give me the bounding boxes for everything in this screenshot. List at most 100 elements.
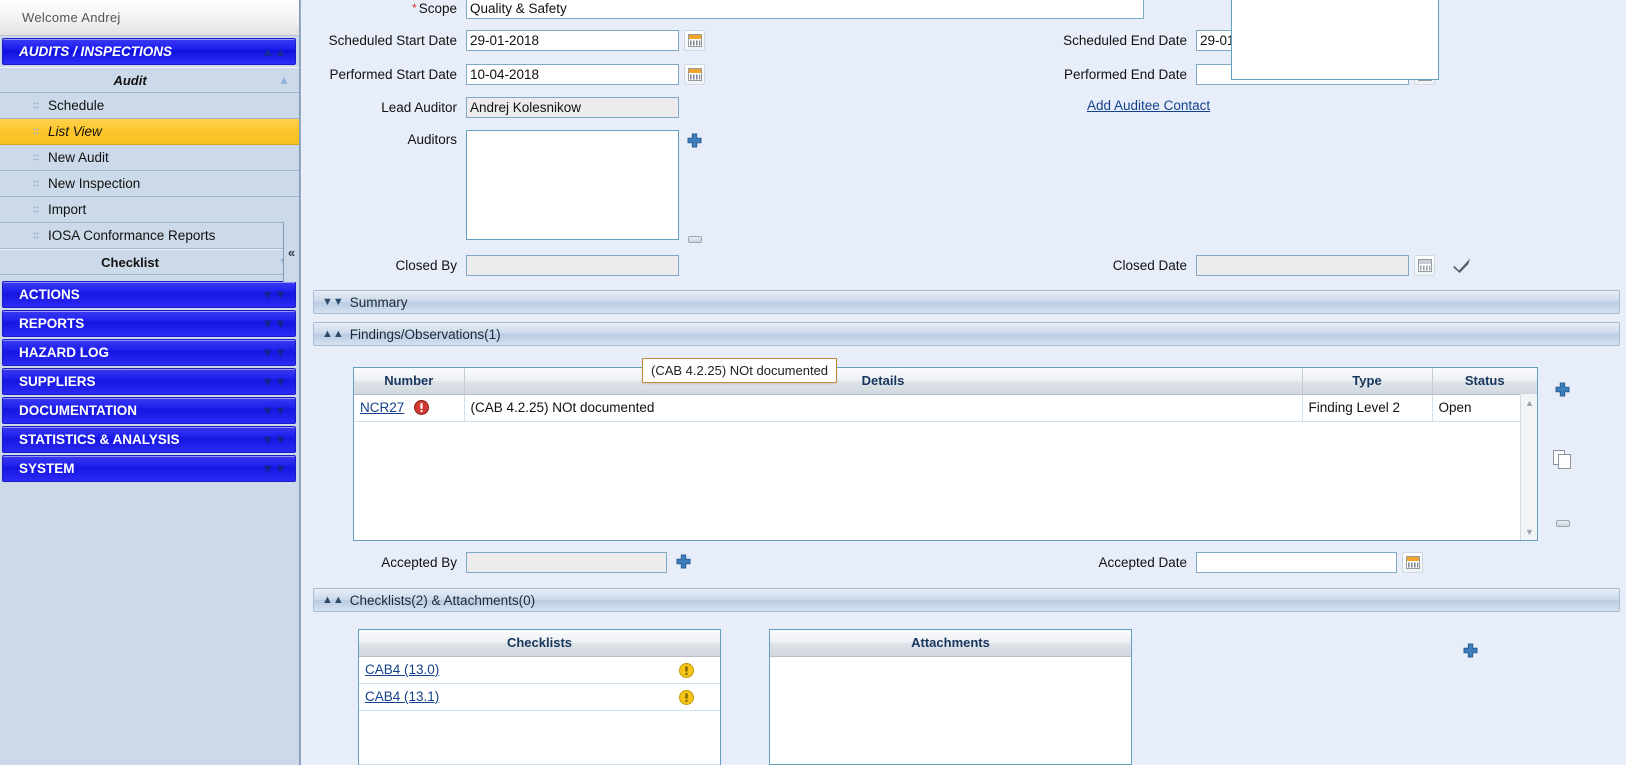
drag-grip-icon — [33, 205, 39, 214]
sidebar-group-label: Audit — [113, 72, 147, 88]
sidebar-module-suppliers[interactable]: SUPPLIERS ▼▼ — [2, 368, 296, 395]
sidebar-group-audit[interactable]: Audit ▲ — [0, 67, 299, 93]
add-accepted-by-plus-icon[interactable] — [675, 554, 692, 571]
scheduled-start-date-calendar-button[interactable] — [684, 30, 705, 51]
add-finding-plus-icon[interactable] — [1554, 382, 1571, 399]
closed-date-calendar-button[interactable] — [1414, 255, 1435, 276]
field-scope: * Scope — [301, 0, 1144, 19]
add-attachment-plus-icon[interactable] — [1462, 643, 1479, 660]
section-summary[interactable]: ▼▼ Summary — [313, 290, 1620, 314]
auditors-textarea[interactable] — [466, 130, 679, 240]
closed-by-input[interactable] — [466, 255, 679, 276]
chevron-up-icon: ▲▲ — [322, 328, 344, 340]
field-lead-auditor: Lead Auditor — [301, 97, 679, 118]
scroll-up-arrow-icon[interactable]: ▲ — [1521, 394, 1538, 411]
grid-empty-space — [359, 710, 720, 765]
scroll-down-arrow-icon[interactable]: ▼ — [1521, 523, 1538, 540]
sidebar-module-actions[interactable]: ACTIONS ▼▼ — [2, 281, 296, 308]
column-header-number[interactable]: Number — [354, 368, 465, 395]
lead-auditor-input[interactable] — [466, 97, 679, 118]
required-asterisk-icon: * — [412, 1, 417, 15]
table-row[interactable]: NCR27 (CAB 4.2.25) NOt documented Findin… — [354, 394, 1537, 422]
confirm-check-icon[interactable] — [1453, 257, 1471, 274]
add-auditee-contact-link[interactable]: Add Auditee Contact — [1087, 98, 1210, 113]
scope-input[interactable] — [466, 0, 1144, 19]
sidebar-item-schedule[interactable]: Schedule — [0, 93, 299, 119]
auditee-contacts-textarea[interactable] — [1231, 0, 1439, 80]
field-auditors-label: Auditors — [407, 132, 457, 147]
scheduled-start-date-input[interactable] — [466, 30, 679, 51]
chevron-double-left-icon: « — [287, 244, 296, 260]
section-findings-observations[interactable]: ▲▲ Findings/Observations(1) — [313, 322, 1620, 346]
chevron-down-icon: ▼▼ — [261, 287, 287, 302]
column-header-checklists: Checklists — [359, 630, 720, 657]
welcome-bar: Welcome Andrej — [0, 0, 299, 36]
calendar-icon — [687, 68, 702, 81]
field-accepted-date-label: Accepted Date — [1098, 555, 1187, 570]
sidebar-module-label: STATISTICS & ANALYSIS — [19, 432, 180, 447]
section-findings-label: Findings/Observations(1) — [349, 326, 501, 342]
column-header-type[interactable]: Type — [1302, 368, 1433, 395]
tooltip-text: (CAB 4.2.25) NOt documented — [651, 363, 829, 378]
field-performed-end-date-label: Performed End Date — [1063, 67, 1187, 82]
section-checklists-attachments[interactable]: ▲▲ Checklists(2) & Attachments(0) — [313, 588, 1620, 612]
sidebar-module-label: AUDITS / INSPECTIONS — [19, 44, 173, 59]
remove-auditor-minus-icon[interactable] — [687, 236, 702, 243]
attachments-table-header-row: Attachments — [770, 630, 1131, 657]
chevron-down-icon: ▼▼ — [261, 403, 287, 418]
chevron-down-icon: ▼▼ — [261, 432, 287, 447]
attachments-table: Attachments — [770, 630, 1131, 764]
chevron-down-icon: ▼▼ — [261, 345, 287, 360]
accepted-by-input[interactable] — [466, 552, 667, 573]
checklist-link[interactable]: CAB4 (13.0) — [365, 662, 439, 677]
field-auditors: Auditors — [301, 130, 679, 240]
column-header-details[interactable]: Details — [464, 368, 1303, 395]
add-auditee-contact-row: Add Auditee Contact — [1087, 98, 1210, 113]
sidebar-module-reports[interactable]: REPORTS ▼▼ — [2, 310, 296, 337]
sidebar-collapse-handle[interactable]: « — [283, 222, 299, 282]
grid-empty-space — [354, 421, 1537, 539]
checklists-grid: Checklists CAB4 (13.0) CAB4 (13.1) — [358, 629, 721, 765]
attachments-grid: Attachments — [769, 629, 1132, 765]
performed-start-date-input[interactable] — [466, 64, 679, 85]
field-accepted-by-label: Accepted By — [381, 555, 457, 570]
sidebar-module-audits-inspections[interactable]: AUDITS / INSPECTIONS ▲▲ — [2, 38, 296, 65]
findings-grid-scrollbar[interactable]: ▲ ▼ — [1520, 394, 1537, 540]
sidebar-module-statistics-analysis[interactable]: STATISTICS & ANALYSIS ▼▼ — [2, 426, 296, 453]
sidebar-group-label: Checklist — [101, 254, 159, 270]
closed-date-input[interactable] — [1196, 255, 1409, 276]
sidebar-module-label: ACTIONS — [19, 287, 80, 302]
column-header-status[interactable]: Status — [1432, 368, 1537, 395]
copy-finding-icon[interactable] — [1553, 449, 1572, 470]
sidebar-item-list-view[interactable]: List View — [0, 119, 299, 145]
sidebar-module-documentation[interactable]: DOCUMENTATION ▼▼ — [2, 397, 296, 424]
audit-detail-form: *Scope Scheduled Start Date — [301, 0, 1626, 288]
sidebar-module-label: HAZARD LOG — [19, 345, 109, 360]
performed-start-date-calendar-button[interactable] — [684, 64, 705, 85]
chevron-down-icon: ▼▼ — [261, 374, 287, 389]
list-item[interactable]: CAB4 (13.1) — [359, 683, 720, 711]
sidebar-item-label: Schedule — [48, 98, 105, 113]
finding-number-link[interactable]: NCR27 — [360, 400, 404, 415]
sidebar-item-iosa-conformance-reports[interactable]: IOSA Conformance Reports — [0, 223, 299, 249]
sidebar-item-new-inspection[interactable]: New Inspection — [0, 171, 299, 197]
accepted-date-calendar-button[interactable] — [1402, 552, 1423, 573]
sidebar-module-hazard-log[interactable]: HAZARD LOG ▼▼ — [2, 339, 296, 366]
accepted-date-input[interactable] — [1196, 552, 1397, 573]
auditors-tools — [686, 133, 703, 243]
remove-finding-minus-icon[interactable] — [1555, 520, 1570, 527]
add-auditor-plus-icon[interactable] — [686, 133, 703, 150]
chevron-up-icon: ▲▲ — [322, 594, 344, 606]
checklists-table-header-row: Checklists — [359, 630, 720, 657]
checklist-link[interactable]: CAB4 (13.1) — [365, 689, 439, 704]
grid-empty-space — [770, 656, 1131, 764]
sidebar-group-checklist[interactable]: Checklist ▼ — [0, 249, 299, 275]
list-item[interactable]: CAB4 (13.0) — [359, 656, 720, 684]
sidebar-item-import[interactable]: Import — [0, 197, 299, 223]
checklist-row-cell: CAB4 (13.0) — [359, 656, 720, 684]
sidebar-item-new-audit[interactable]: New Audit — [0, 145, 299, 171]
sidebar-module-system[interactable]: SYSTEM ▼▼ — [2, 455, 296, 482]
calendar-icon — [687, 34, 702, 47]
section-summary-label: Summary — [349, 294, 408, 310]
field-lead-auditor-label: Lead Auditor — [381, 100, 457, 115]
